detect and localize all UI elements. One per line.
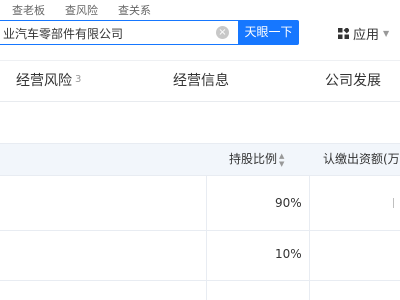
- search-tab-risk[interactable]: 查风险: [65, 3, 98, 19]
- shareholder-table: 持股比例▲▼ 认缴出资额(万元) 90% 10%: [0, 143, 400, 300]
- search-input[interactable]: [3, 24, 208, 42]
- tab-company-development[interactable]: 公司发展: [325, 61, 381, 103]
- apps-menu[interactable]: 应用 ▼: [338, 24, 390, 43]
- table-header: 持股比例▲▼ 认缴出资额(万元): [0, 143, 400, 176]
- apps-menu-label: 应用: [353, 27, 380, 43]
- section-tabs: 经营风险 3 经营信息 公司发展: [0, 60, 400, 102]
- tab-label: 经营信息: [173, 73, 229, 89]
- search-button[interactable]: 天眼一下: [238, 20, 299, 45]
- sort-icon[interactable]: ▲ ▼: [279, 152, 284, 168]
- cell-ratio: 10%: [275, 247, 302, 261]
- top-bar: 查老板 查风险 查关系 × 天眼一下 应用 ▼: [0, 0, 400, 60]
- search-box: ×: [0, 20, 238, 45]
- table-row: 90%: [0, 176, 400, 231]
- tab-count-badge: 3: [75, 74, 82, 85]
- truncated-cell: [393, 198, 394, 208]
- tab-label: 经营风险: [16, 73, 72, 89]
- apps-grid-icon: [338, 27, 349, 39]
- search-tab-relation[interactable]: 查关系: [118, 3, 151, 19]
- column-header-subscribed-capital: 认缴出资额(万元): [323, 152, 400, 166]
- clear-icon[interactable]: ×: [216, 26, 229, 39]
- tab-business-risk[interactable]: 经营风险 3: [16, 61, 81, 103]
- tab-business-info[interactable]: 经营信息: [173, 61, 229, 103]
- content-spacer: [0, 103, 400, 143]
- tab-label: 公司发展: [325, 73, 381, 89]
- column-header-ratio[interactable]: 持股比例 ▲ ▼: [229, 144, 284, 175]
- search-tab-boss[interactable]: 查老板: [12, 3, 45, 19]
- table-row: [0, 281, 400, 300]
- table-row: 10%: [0, 231, 400, 281]
- caret-down-icon: ▼: [383, 28, 390, 38]
- cell-ratio: 90%: [275, 196, 302, 210]
- search-type-tabs: 查老板 查风险 查关系: [0, 3, 159, 19]
